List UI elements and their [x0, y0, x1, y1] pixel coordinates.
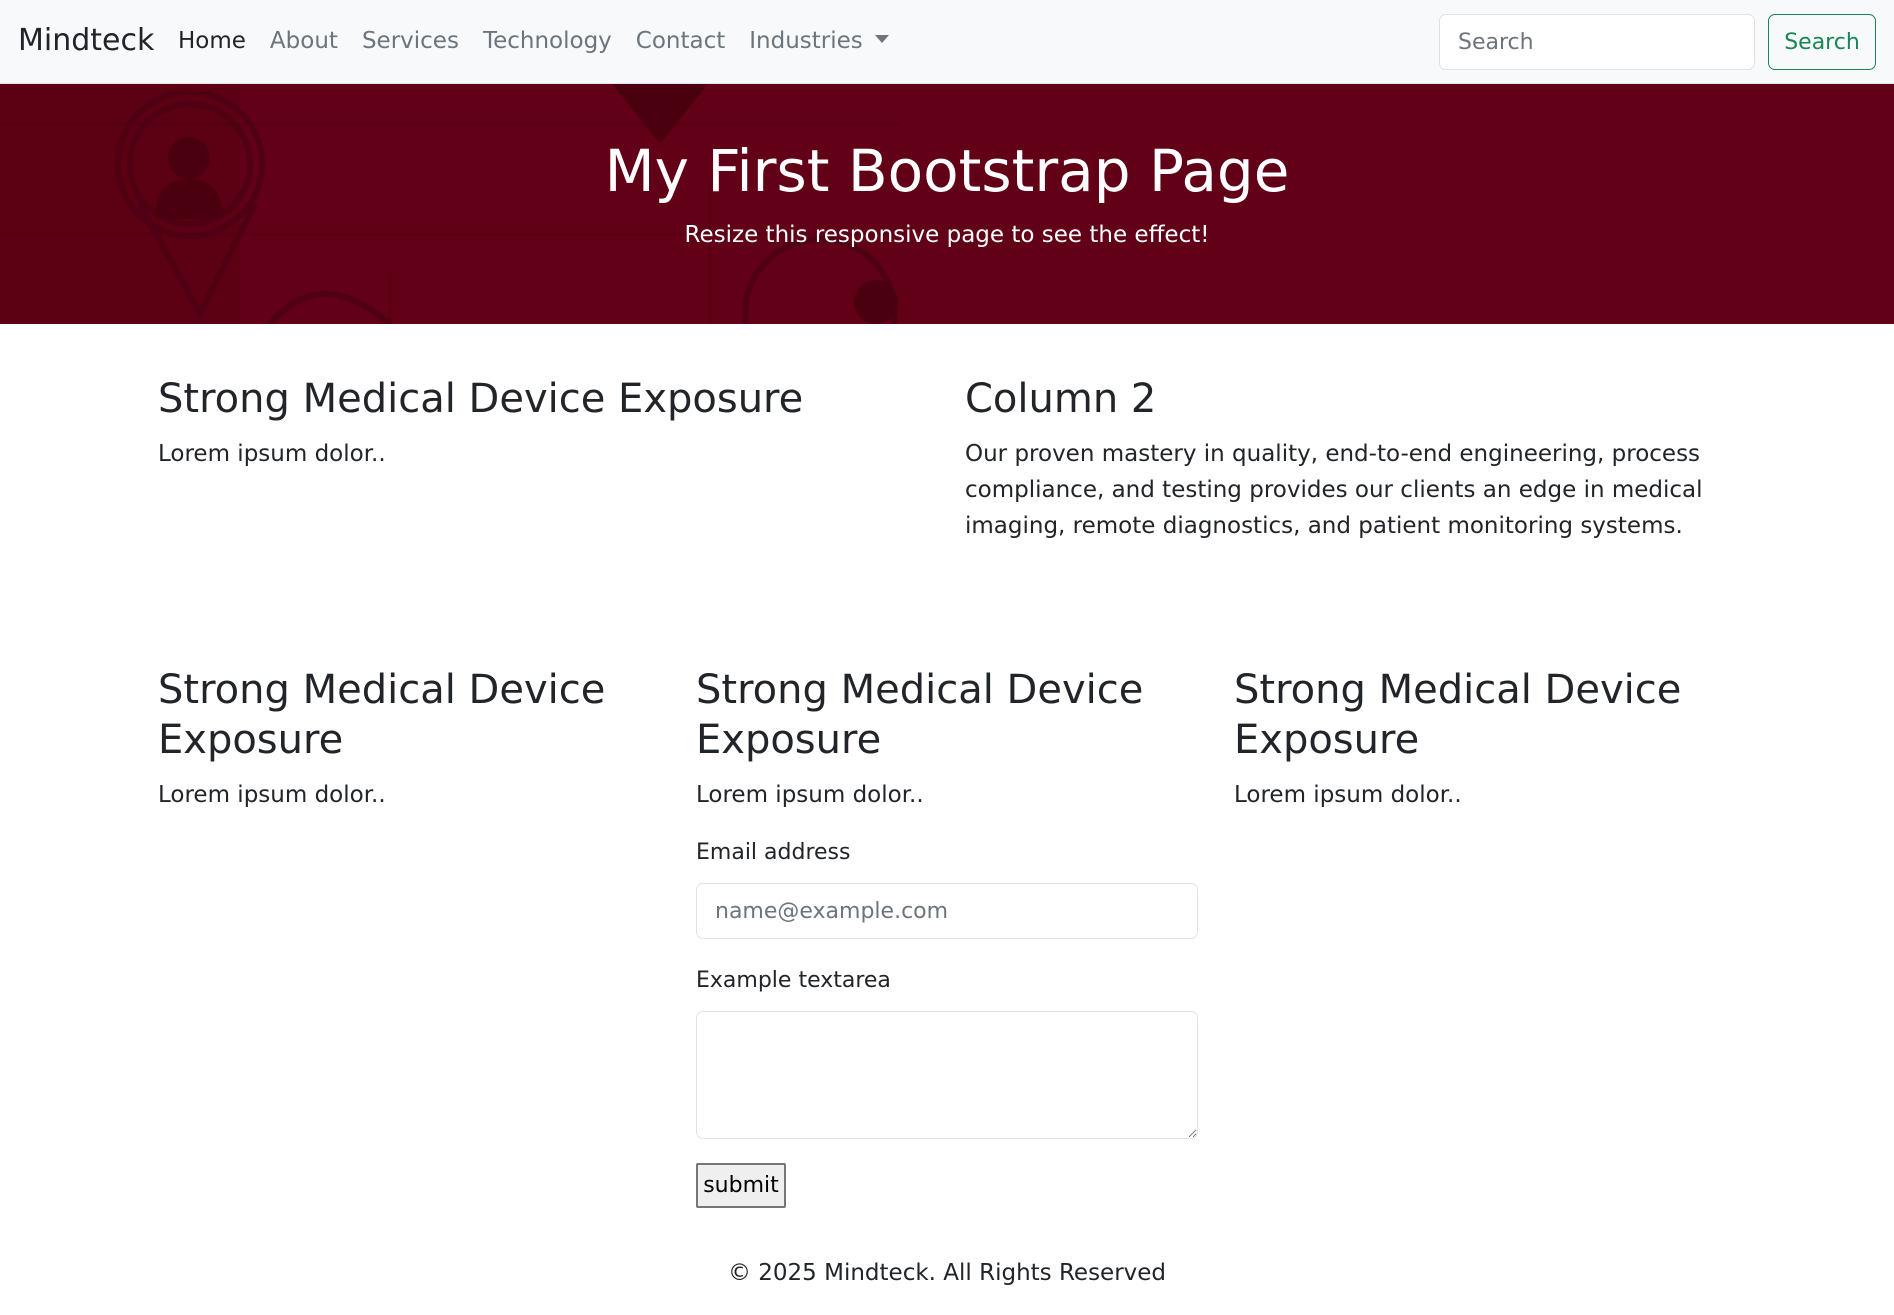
brand-link[interactable]: Mindteck — [18, 23, 154, 58]
row2-col2-text: Lorem ipsum dolor.. — [696, 782, 924, 808]
textarea-label: Example textarea — [696, 968, 891, 993]
row2-col1-text: Lorem ipsum dolor.. — [158, 782, 386, 808]
nav-industries-label: Industries — [749, 28, 863, 54]
search-input[interactable] — [1439, 14, 1755, 70]
email-field[interactable] — [696, 883, 1198, 939]
nav-home-link[interactable]: Home — [178, 28, 246, 54]
nav-services-link[interactable]: Services — [362, 28, 459, 54]
row1-col1-heading: Strong Medical Device Exposure — [158, 376, 804, 422]
nav-industries-dropdown[interactable]: Industries — [749, 28, 889, 54]
hero-banner: My First Bootstrap Page Resize this resp… — [0, 84, 1894, 324]
footer-copyright: © 2025 Mindteck. All Rights Reserved — [727, 1260, 1167, 1286]
row2-col3-text: Lorem ipsum dolor.. — [1234, 782, 1462, 808]
example-textarea[interactable] — [696, 1011, 1198, 1139]
search-button[interactable]: Search — [1768, 14, 1876, 70]
caret-down-icon — [874, 35, 889, 43]
navbar: Mindteck Home About Services Technology … — [0, 0, 1894, 84]
nav-about-link[interactable]: About — [270, 28, 338, 54]
nav-contact-link[interactable]: Contact — [636, 28, 725, 54]
row2-col3-heading: Strong Medical Device Exposure — [1234, 667, 1682, 763]
row2-col1-heading: Strong Medical Device Exposure — [158, 667, 606, 763]
row1-col1-text: Lorem ipsum dolor.. — [158, 441, 386, 467]
nav-technology-link[interactable]: Technology — [483, 28, 612, 54]
row1-col2-heading: Column 2 — [965, 376, 1157, 422]
hero-subtitle: Resize this responsive page to see the e… — [684, 222, 1210, 248]
row1-col2-text: Our proven mastery in quality, end-to-en… — [965, 441, 1703, 539]
hero-title: My First Bootstrap Page — [604, 137, 1290, 205]
nav-links: Home About Services Technology Contact I… — [178, 28, 913, 54]
submit-button[interactable]: submit — [696, 1163, 786, 1208]
email-label: Email address — [696, 840, 851, 865]
row2-col2-heading: Strong Medical Device Exposure — [696, 667, 1144, 763]
